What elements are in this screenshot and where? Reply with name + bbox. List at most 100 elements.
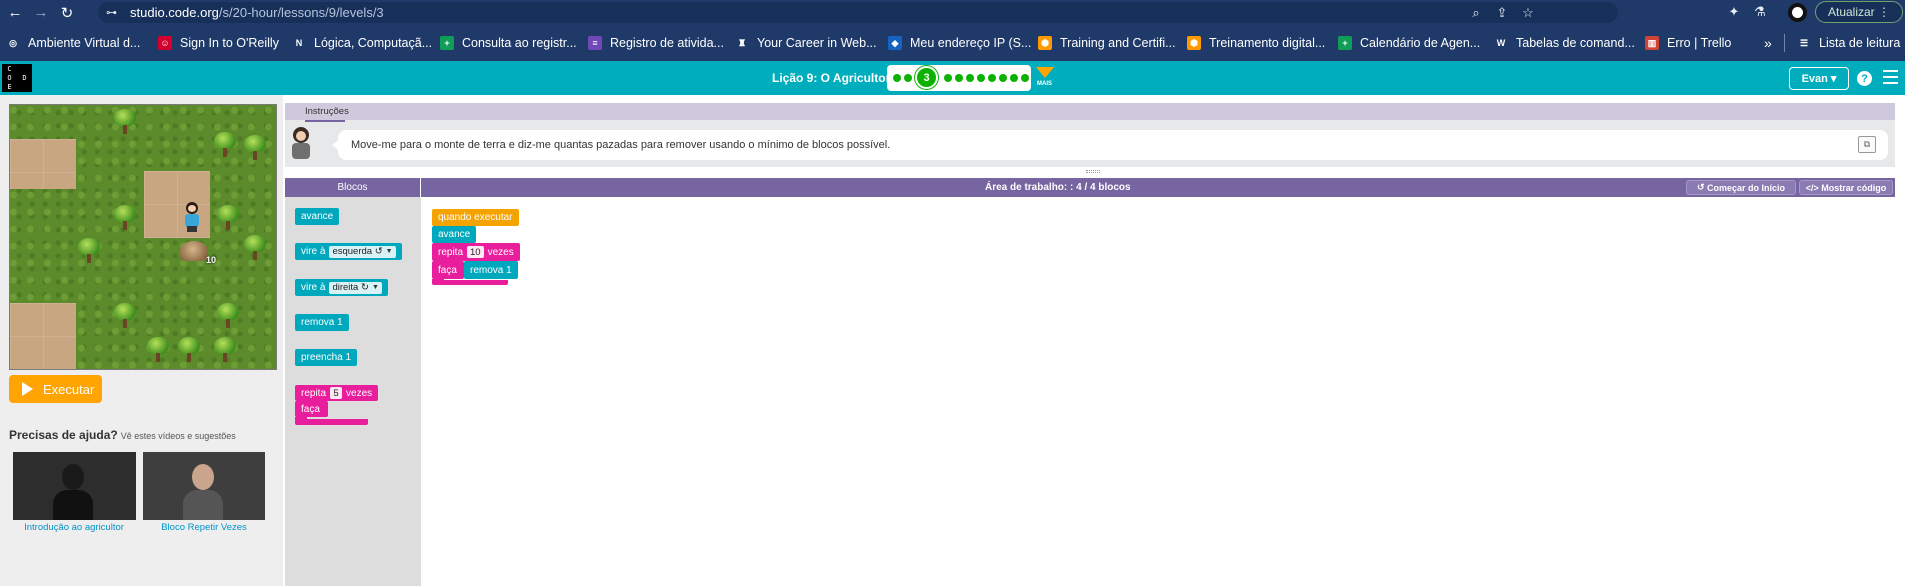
- video-thumbnail[interactable]: [13, 452, 136, 520]
- block-move-forward[interactable]: avance: [295, 208, 340, 225]
- block-repeat[interactable]: repita 10 vezes: [432, 243, 520, 261]
- address-bar[interactable]: ⊶ studio.code.org/s/20-hour/lessons/9/le…: [98, 2, 1618, 23]
- bookmark-star-icon[interactable]: ☆: [1520, 5, 1536, 21]
- bookmarks-divider: [1784, 34, 1785, 52]
- bookmark-item[interactable]: ⬢ Training and Certifi...: [1038, 35, 1176, 51]
- block-repeat-do: faça: [295, 401, 328, 417]
- bookmark-label: Lógica, Computaçã...: [314, 36, 433, 50]
- bookmark-item[interactable]: ≡ Registro de ativida...: [588, 35, 724, 51]
- bookmark-item[interactable]: + Consulta ao registr...: [440, 35, 577, 51]
- block-repeat-foot: [432, 280, 508, 285]
- labs-icon[interactable]: ⚗: [1752, 4, 1768, 20]
- instructions-panel: Instruções Move-me para o monte de terra…: [285, 103, 1895, 167]
- level-dot[interactable]: [966, 74, 974, 82]
- zoom-icon[interactable]: ⌕: [1468, 5, 1484, 21]
- tree-icon: [113, 109, 137, 135]
- bookmark-item[interactable]: + Calendário de Agen...: [1338, 35, 1480, 51]
- block-remove[interactable]: remova 1: [464, 261, 518, 279]
- video-caption[interactable]: Bloco Repetir Vezes: [139, 522, 269, 533]
- reading-list-icon: ☰: [1799, 37, 1809, 48]
- bookmark-item[interactable]: ◎ Ambiente Virtual d...: [6, 35, 140, 51]
- turn-right-dropdown[interactable]: direita ↻ ▼: [329, 281, 382, 294]
- lesson-title[interactable]: Lição 9: O Agricultor: [772, 71, 890, 85]
- reload-icon[interactable]: ↻: [56, 2, 78, 24]
- tree-icon: [146, 337, 170, 363]
- globe-icon: ◎: [9, 37, 17, 48]
- hamburger-menu-icon[interactable]: [1883, 70, 1898, 84]
- tree-icon: [113, 303, 137, 329]
- browser-toolbar: ← → ↻ ⊶ studio.code.org/s/20-hour/lesson…: [0, 0, 1905, 25]
- block-repeat-foot: [295, 419, 368, 425]
- video-caption[interactable]: Introdução ao agricultor: [9, 522, 139, 533]
- block-turn-left[interactable]: vire à esquerda ↺ ▼: [295, 243, 402, 260]
- back-icon[interactable]: ←: [4, 2, 26, 24]
- instruction-text: Move-me para o monte de terra e diz-me q…: [351, 139, 891, 151]
- profile-avatar[interactable]: [1788, 3, 1807, 22]
- code-org-logo[interactable]: C OD E: [2, 64, 32, 92]
- tree-icon: [113, 205, 137, 231]
- farmer-character: [182, 202, 202, 232]
- update-button[interactable]: Atualizar ⋮: [1815, 1, 1903, 23]
- bookmark-item[interactable]: ☺ Sign In to O'Reilly: [158, 35, 279, 51]
- block-repeat[interactable]: repita 5 vezes: [295, 385, 379, 401]
- tree-icon: [77, 238, 101, 264]
- reading-list-button[interactable]: ☰ Lista de leitura: [1797, 35, 1900, 51]
- bookmark-item[interactable]: ⬢ Treinamento digital...: [1187, 35, 1325, 51]
- video-thumbnail[interactable]: [143, 452, 265, 520]
- level-dot[interactable]: [944, 74, 952, 82]
- aws-icon: ⬢: [1038, 36, 1052, 50]
- tab-instructions[interactable]: Instruções: [305, 106, 349, 122]
- show-image-icon[interactable]: ⧉: [1858, 136, 1876, 153]
- bookmark-item[interactable]: ◆ Meu endereço IP (S...: [888, 35, 1031, 51]
- block-repeat-do: faça: [432, 261, 464, 279]
- level-dot[interactable]: [955, 74, 963, 82]
- turn-left-dropdown[interactable]: esquerda ↺ ▼: [329, 245, 396, 258]
- repeat-count-field[interactable]: 10: [467, 246, 484, 258]
- more-levels-icon[interactable]: [1036, 67, 1054, 78]
- repeat-count-field[interactable]: 5: [330, 387, 343, 399]
- aws-icon: ⬢: [1187, 36, 1201, 50]
- dirt-tile: [10, 139, 76, 189]
- bookmark-item[interactable]: N Lógica, Computaçã...: [292, 35, 432, 51]
- user-menu-button[interactable]: Evan ▾: [1789, 67, 1849, 90]
- forms-icon: ≡: [588, 36, 602, 50]
- bookmark-item[interactable]: ▥ Erro | Trello: [1645, 35, 1731, 51]
- block-fill[interactable]: preencha 1: [295, 349, 358, 366]
- bookmark-label: Tabelas de comand...: [1516, 36, 1635, 50]
- show-code-button[interactable]: </> Mostrar código: [1799, 180, 1893, 195]
- share-icon[interactable]: ⇪: [1494, 5, 1510, 21]
- level-dot[interactable]: [904, 74, 912, 82]
- dirt-tile: [10, 303, 76, 369]
- current-level[interactable]: 3: [915, 66, 938, 89]
- bookmark-item[interactable]: W Tabelas de comand...: [1494, 35, 1635, 51]
- bookmark-item[interactable]: ♜ Your Career in Web...: [735, 35, 877, 51]
- run-button[interactable]: Executar: [9, 375, 102, 403]
- start-over-button[interactable]: ↺ Começar do Início: [1686, 180, 1796, 195]
- block-remove[interactable]: remova 1: [295, 314, 349, 331]
- workspace-canvas[interactable]: quando executar avance repita 10 vezes f…: [421, 197, 1895, 586]
- notion-icon: N: [295, 38, 303, 48]
- level-dot[interactable]: [893, 74, 901, 82]
- level-dot[interactable]: [977, 74, 985, 82]
- bookmark-label: Calendário de Agen...: [1360, 36, 1481, 50]
- extensions-icon[interactable]: ✦: [1726, 4, 1742, 20]
- trello-icon: ▥: [1645, 36, 1659, 50]
- level-progress: 3: [887, 65, 1031, 91]
- level-dot[interactable]: [988, 74, 996, 82]
- tree-icon: [177, 337, 201, 363]
- level-dot[interactable]: [1021, 74, 1029, 82]
- toolbox-header: Blocos: [285, 178, 421, 197]
- instructions-tabbar: Instruções: [285, 103, 1895, 122]
- help-icon[interactable]: ?: [1857, 71, 1872, 86]
- forward-icon[interactable]: →: [30, 2, 52, 24]
- more-levels-label[interactable]: MAIS: [1037, 81, 1052, 87]
- block-turn-right[interactable]: vire à direita ↻ ▼: [295, 279, 388, 296]
- bookmark-label: Erro | Trello: [1667, 36, 1732, 50]
- block-when-run[interactable]: quando executar: [432, 209, 519, 226]
- bookmarks-overflow-icon[interactable]: »: [1764, 35, 1772, 51]
- level-dot[interactable]: [1010, 74, 1018, 82]
- site-info-icon[interactable]: ⊶: [106, 6, 124, 19]
- level-dot[interactable]: [999, 74, 1007, 82]
- resize-grip[interactable]: [1086, 170, 1100, 173]
- block-move-forward[interactable]: avance: [432, 226, 477, 243]
